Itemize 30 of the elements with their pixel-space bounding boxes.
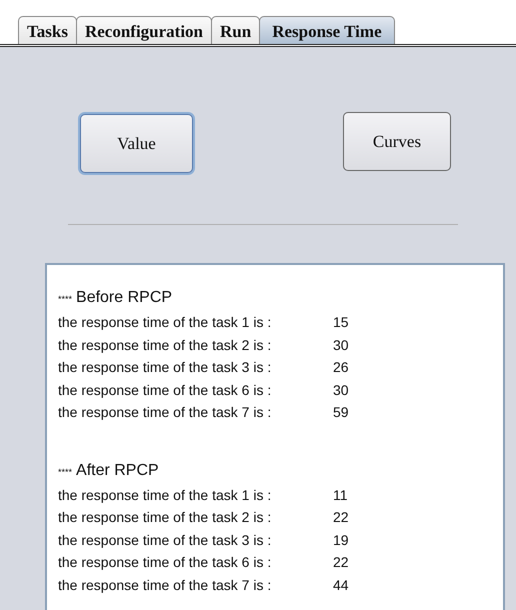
result-value: 19 [333,530,349,550]
result-label: the response time of the task 2 is : [58,508,272,527]
tab[interactable]: Response Time [259,16,395,44]
section-marker: **** [58,466,72,476]
result-value: 44 [333,576,349,594]
result-label: the response time of the task 2 is : [58,336,272,355]
result-value: 30 [333,336,349,354]
curves-button[interactable]: Curves [343,112,451,171]
result-value: 22 [333,553,349,572]
result-value: 15 [333,313,349,332]
section-heading: Before RPCP [76,289,172,307]
result-value: 59 [333,403,349,422]
value-button[interactable]: Value [80,114,193,173]
result-label: the response time of the task 3 is : [58,530,272,550]
tab[interactable]: Tasks [18,16,77,44]
tab[interactable]: Reconfiguration [76,16,212,44]
result-label: the response time of the task 3 is : [58,358,272,377]
result-label: the response time of the task 6 is : [58,380,272,400]
result-label: the response time of the task 1 is : [58,486,272,505]
section-heading: After RPCP [76,462,159,480]
result-value: 26 [333,358,349,377]
result-label: the response time of the task 1 is : [58,313,272,332]
result-label: the response time of the task 6 is : [58,553,272,572]
result-label: the response time of the task 7 is : [58,403,272,422]
result-value: 22 [333,508,349,527]
result-value: 11 [333,486,348,504]
result-label: the response time of the task 7 is : [58,576,272,595]
result-value: 30 [333,380,349,400]
tab[interactable]: Run [211,16,260,44]
section-marker: **** [58,294,72,304]
